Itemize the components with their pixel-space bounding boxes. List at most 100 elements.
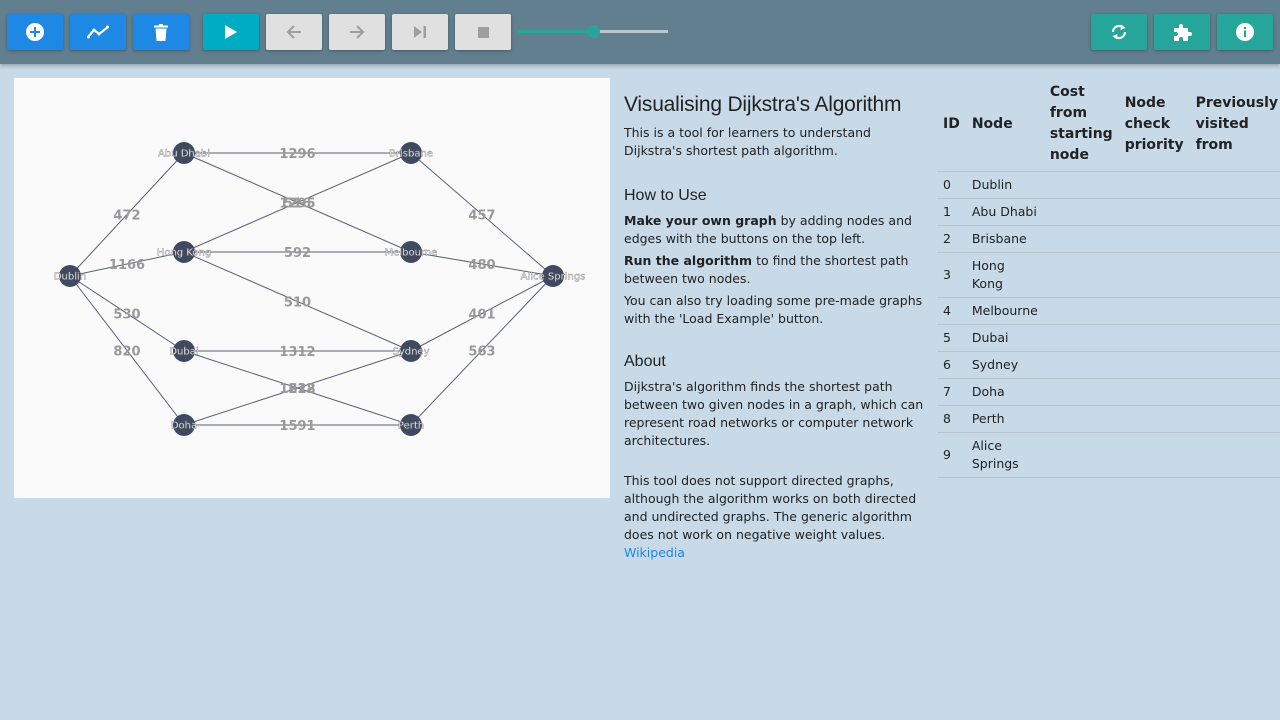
- graph-node-label: Dubai: [169, 347, 198, 358]
- page-title: Visualising Dijkstra's Algorithm: [624, 93, 902, 116]
- stop-button[interactable]: [455, 14, 511, 50]
- table-header-row: ID Node Cost from starting node Node che…: [937, 82, 1280, 172]
- about-heading: About: [624, 353, 666, 370]
- cell-priority: [1118, 405, 1190, 433]
- graph-node-label: Alice Springs: [521, 272, 586, 283]
- cell-cost: [1043, 405, 1119, 433]
- header-id: ID: [937, 82, 966, 172]
- how-to-step-3: You can also try loading some pre-made g…: [624, 293, 923, 326]
- reset-button[interactable]: [1091, 14, 1147, 50]
- edge-weight-label: 1296: [279, 147, 315, 162]
- graph-svg[interactable]: 4721166530820129612955165925101312122816…: [14, 78, 610, 498]
- graph-node-label: Brisbane: [389, 149, 433, 160]
- cell-cost: [1043, 297, 1119, 325]
- graph-node-label: Dublin: [54, 272, 86, 283]
- cell-cost: [1043, 225, 1119, 253]
- play-icon: [225, 25, 237, 39]
- table-row: 0 Dublin: [937, 171, 1280, 199]
- step-forward-button[interactable]: [329, 14, 385, 50]
- puzzle-icon: [1174, 24, 1192, 41]
- wikipedia-link[interactable]: Wikipedia: [624, 545, 685, 560]
- header-priority: Node check priority: [1118, 82, 1190, 172]
- line-chart-icon: [87, 25, 109, 39]
- plus-circle-icon: [26, 23, 44, 41]
- refresh-icon: [1111, 24, 1127, 40]
- header-cost: Cost from starting node: [1043, 82, 1119, 172]
- table-row: 1 Abu Dhabi: [937, 198, 1280, 226]
- about-text-1: Dijkstra's algorithm finds the shortest …: [624, 379, 924, 448]
- cell-node: Dubai: [965, 324, 1044, 352]
- how-to-heading: How to Use: [624, 187, 707, 204]
- graph-node-label: Melbourne: [385, 248, 438, 259]
- intro-text: This is a tool for learners to understan…: [624, 125, 871, 158]
- cell-previous: [1189, 198, 1280, 226]
- cell-previous: [1189, 252, 1280, 298]
- edge-weight-label: 1591: [279, 419, 315, 434]
- cell-priority: [1118, 297, 1190, 325]
- cell-cost: [1043, 351, 1119, 379]
- table-row: 5 Dubai: [937, 324, 1280, 352]
- cell-priority: [1118, 198, 1190, 226]
- graph-canvas[interactable]: 472 1166 530 820 1296 1295 516 592 510 1312 1228 16…: [14, 78, 610, 498]
- delete-button[interactable]: [133, 14, 189, 50]
- step-back-button[interactable]: [266, 14, 322, 50]
- edge-weight-label: 1166: [109, 258, 145, 273]
- add-node-button[interactable]: [7, 14, 63, 50]
- cell-previous: [1189, 225, 1280, 253]
- edge-weight-label: 516: [284, 197, 311, 212]
- arrow-right-icon: [350, 25, 365, 39]
- how-to-step-2-bold: Run the algorithm: [624, 253, 753, 268]
- cell-priority: [1118, 225, 1190, 253]
- cell-previous: [1189, 324, 1280, 352]
- toolbar: [0, 0, 1280, 64]
- graph-node-label: Abu Dhabi: [158, 149, 210, 160]
- edge-weight-label: 1312: [279, 345, 315, 360]
- how-to-step-1-bold: Make your own graph: [624, 213, 777, 228]
- stop-icon: [477, 26, 489, 38]
- header-previous: Previously visited from: [1189, 82, 1280, 172]
- cell-previous: [1189, 378, 1280, 406]
- header-node: Node: [965, 82, 1044, 172]
- cell-node: Brisbane: [965, 225, 1044, 253]
- cell-cost: [1043, 198, 1119, 226]
- edge-weight-label: 592: [284, 246, 311, 261]
- cell-id: 1: [937, 198, 966, 226]
- edge-weight-label: 401: [468, 308, 495, 323]
- cell-node: Melbourne: [965, 297, 1044, 325]
- add-edge-button[interactable]: [70, 14, 126, 50]
- play-button[interactable]: [203, 14, 259, 50]
- skip-end-icon: [414, 26, 426, 38]
- cell-node: Hong Kong: [965, 252, 1044, 298]
- edge-weight-label: 480: [468, 258, 495, 273]
- cell-priority: [1118, 378, 1190, 406]
- cell-node: Dublin: [965, 171, 1044, 199]
- table-row: 9 Alice Springs: [937, 432, 1280, 478]
- trash-icon: [154, 23, 168, 41]
- cell-cost: [1043, 432, 1119, 478]
- speed-slider-thumb[interactable]: [586, 25, 600, 38]
- table-row: 7 Doha: [937, 378, 1280, 406]
- graph-node-label: Sydney: [392, 347, 429, 358]
- cell-previous: [1189, 171, 1280, 199]
- cell-id: 8: [937, 405, 966, 433]
- cell-priority: [1118, 351, 1190, 379]
- cell-priority: [1118, 324, 1190, 352]
- info-button[interactable]: [1217, 14, 1273, 50]
- cell-id: 0: [937, 171, 966, 199]
- cell-cost: [1043, 171, 1119, 199]
- arrow-left-icon: [286, 25, 301, 39]
- load-example-button[interactable]: [1154, 14, 1210, 50]
- how-to-step-2: Run the algorithm to find the shortest p…: [624, 252, 924, 288]
- table-row: 2 Brisbane: [937, 225, 1280, 253]
- about-text-2-body: This tool does not support directed grap…: [624, 473, 917, 542]
- skip-to-end-button[interactable]: [392, 14, 448, 50]
- cell-cost: [1043, 378, 1119, 406]
- info-icon: [1236, 23, 1254, 41]
- how-to-step-1: Make your own graph by adding nodes and …: [624, 212, 924, 248]
- cell-node: Perth: [965, 405, 1044, 433]
- cell-node: Alice Springs: [965, 432, 1044, 478]
- about-text-2: This tool does not support directed grap…: [624, 472, 924, 562]
- table-row: 8 Perth: [937, 405, 1280, 433]
- cell-previous: [1189, 351, 1280, 379]
- cell-id: 4: [937, 297, 966, 325]
